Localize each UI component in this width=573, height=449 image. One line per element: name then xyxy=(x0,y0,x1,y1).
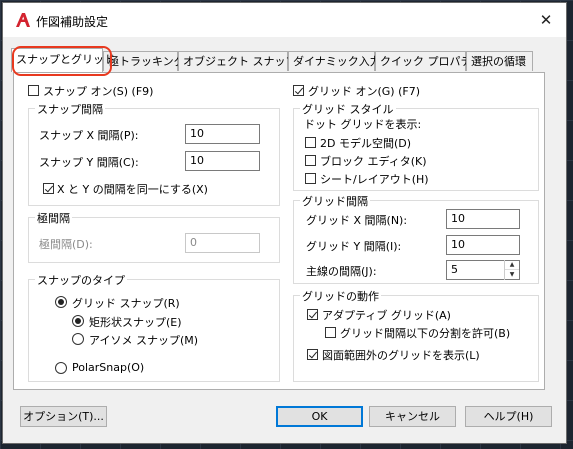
grid-on-label[interactable]: グリッド オン(G) (F7) xyxy=(308,83,420,99)
tab-selection-cycling[interactable]: 選択の循環 xyxy=(466,51,533,71)
tab-quick-properties[interactable]: クイック プロパティ xyxy=(375,51,482,71)
tab-panel-snap-and-grid: スナップ オン(S) (F9) スナップ間隔 スナップ X 間隔(P): 10 … xyxy=(13,72,545,390)
polar-distance-label: 極間隔(D): xyxy=(39,238,93,251)
block-editor-checkbox[interactable] xyxy=(305,155,316,166)
options-button[interactable]: オプション(T)... xyxy=(20,406,107,427)
sheet-layout-checkbox[interactable] xyxy=(305,173,316,184)
major-line-every-input[interactable]: 5 ▲ ▼ xyxy=(446,260,520,280)
major-line-spinner[interactable]: ▲ ▼ xyxy=(504,260,519,280)
title-bar: 作図補助設定 ✕ xyxy=(3,3,566,37)
rectangular-snap-radio[interactable] xyxy=(72,315,84,327)
rectangular-snap-label[interactable]: 矩形状スナップ(E) xyxy=(89,314,182,330)
allow-subdivision-checkbox[interactable] xyxy=(325,327,336,338)
grid-behavior-group-title: グリッドの動作 xyxy=(300,288,381,304)
isometric-snap-radio[interactable] xyxy=(72,333,84,345)
equal-xy-spacing-label[interactable]: X と Y の間隔を同一にする(X) xyxy=(57,181,208,197)
grid-spacing-group: グリッド間隔 グリッド X 間隔(N): 10 グリッド Y 間隔(I): 10… xyxy=(293,193,539,284)
polar-snap-radio[interactable] xyxy=(55,362,67,374)
equal-xy-spacing-checkbox[interactable] xyxy=(43,183,54,194)
snap-spacing-group-title: スナップ間隔 xyxy=(35,101,105,117)
grid-snap-radio[interactable] xyxy=(55,296,67,308)
major-line-every-label: 主線の間隔(J): xyxy=(306,265,377,278)
ok-button[interactable]: OK xyxy=(276,406,363,427)
cancel-button[interactable]: キャンセル xyxy=(369,406,456,427)
spinner-up-icon[interactable]: ▲ xyxy=(505,260,519,270)
display-beyond-limits-checkbox[interactable] xyxy=(307,349,318,360)
dot-grid-display-label: ドット グリッドを表示: xyxy=(304,118,422,131)
snap-x-spacing-label: スナップ X 間隔(P): xyxy=(39,129,139,142)
tab-object-snap[interactable]: オブジェクト スナップ xyxy=(178,51,297,71)
close-icon[interactable]: ✕ xyxy=(534,9,558,31)
snap-type-group: スナップのタイプ グリッド スナップ(R) 矩形状スナップ(E) アイソメ スナ… xyxy=(28,272,280,382)
drafting-settings-dialog: 作図補助設定 ✕ スナップとグリッド 極トラッキング オブジェクト スナップ ダ… xyxy=(2,2,567,444)
polar-spacing-group: 極間隔 極間隔(D): 0 xyxy=(28,210,280,263)
tab-dynamic-input[interactable]: ダイナミック入力 xyxy=(288,51,381,71)
grid-snap-label[interactable]: グリッド スナップ(R) xyxy=(72,295,180,311)
dialog-title: 作図補助設定 xyxy=(36,15,109,29)
snap-y-spacing-label: スナップ Y 間隔(C): xyxy=(39,156,139,169)
major-line-every-value: 5 xyxy=(451,263,458,276)
grid-y-spacing-input[interactable]: 10 xyxy=(446,235,520,255)
grid-x-spacing-label: グリッド X 間隔(N): xyxy=(306,214,408,227)
polar-distance-input[interactable]: 0 xyxy=(185,233,260,253)
grid-style-group: グリッド スタイル ドット グリッドを表示: 2D モデル空間(D) ブロック … xyxy=(293,101,539,191)
snap-x-spacing-input[interactable]: 10 xyxy=(185,124,260,144)
snap-spacing-group: スナップ間隔 スナップ X 間隔(P): 10 スナップ Y 間隔(C): 10… xyxy=(28,101,280,206)
spinner-down-icon[interactable]: ▼ xyxy=(505,270,519,279)
grid-style-group-title: グリッド スタイル xyxy=(300,101,396,117)
autocad-logo-icon xyxy=(16,13,30,27)
display-beyond-limits-label[interactable]: 図面範囲外のグリッドを表示(L) xyxy=(322,347,480,363)
block-editor-label[interactable]: ブロック エディタ(K) xyxy=(320,153,427,169)
model-space-checkbox[interactable] xyxy=(305,137,316,148)
grid-behavior-group: グリッドの動作 アダプティブ グリッド(A) グリッド間隔以下の分割を許可(B)… xyxy=(293,288,539,382)
isometric-snap-label[interactable]: アイソメ スナップ(M) xyxy=(89,332,198,348)
tab-snap-and-grid[interactable]: スナップとグリッド xyxy=(11,48,115,72)
snap-type-group-title: スナップのタイプ xyxy=(35,272,127,288)
grid-y-spacing-label: グリッド Y 間隔(I): xyxy=(306,240,402,253)
snap-on-label[interactable]: スナップ オン(S) (F9) xyxy=(43,83,153,99)
grid-on-checkbox[interactable] xyxy=(293,85,304,96)
polar-spacing-group-title: 極間隔 xyxy=(35,210,72,226)
snap-y-spacing-input[interactable]: 10 xyxy=(185,151,260,171)
adaptive-grid-label[interactable]: アダプティブ グリッド(A) xyxy=(322,307,451,323)
sheet-layout-label[interactable]: シート/レイアウト(H) xyxy=(320,171,429,187)
adaptive-grid-checkbox[interactable] xyxy=(307,309,318,320)
snap-on-checkbox[interactable] xyxy=(28,85,39,96)
polar-snap-label[interactable]: PolarSnap(O) xyxy=(72,361,144,374)
allow-subdivision-label[interactable]: グリッド間隔以下の分割を許可(B) xyxy=(340,325,510,341)
model-space-label[interactable]: 2D モデル空間(D) xyxy=(320,135,411,151)
grid-spacing-group-title: グリッド間隔 xyxy=(300,193,370,209)
grid-x-spacing-input[interactable]: 10 xyxy=(446,209,520,229)
help-button[interactable]: ヘルプ(H) xyxy=(465,406,552,427)
